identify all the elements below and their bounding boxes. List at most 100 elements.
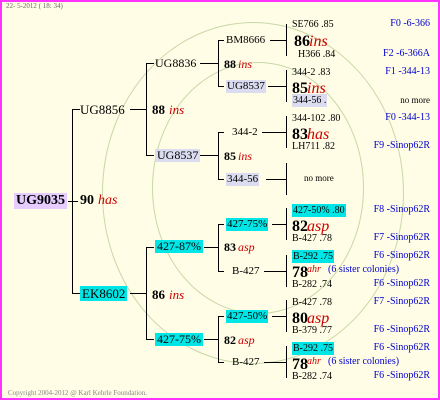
- connector: [146, 247, 154, 248]
- l4-ref: F0 -6-366: [390, 18, 430, 29]
- connector: [218, 132, 224, 133]
- l4-dam-line[interactable]: B-282 .74: [292, 370, 332, 383]
- l4-ref: F9 -Sinop62R: [373, 140, 430, 151]
- l4-ref: F7 -Sinop62R: [373, 296, 430, 307]
- connector: [218, 179, 224, 180]
- connector: [130, 293, 146, 294]
- l4-ref: no more: [400, 95, 430, 105]
- l4-dam-line[interactable]: B-282 .74: [292, 278, 332, 291]
- connector: [272, 224, 286, 225]
- connector: [286, 163, 287, 195]
- l4-queen: ahr: [307, 264, 321, 275]
- l3-id[interactable]: 344-2: [232, 126, 258, 139]
- l2-queen: ins: [238, 149, 253, 163]
- connector: [266, 179, 286, 180]
- l1-id[interactable]: EK8602: [80, 286, 128, 301]
- l2-year: 83: [224, 240, 236, 254]
- connector: [146, 155, 154, 156]
- connector: [218, 224, 224, 225]
- l4-dam-line[interactable]: B-379 .77: [292, 324, 332, 337]
- l2-queen: asp: [238, 240, 255, 254]
- connector: [218, 224, 219, 271]
- l4-sire-line[interactable]: SE766 .85: [292, 18, 334, 31]
- connector: [272, 316, 286, 317]
- l3-id[interactable]: 344-56: [226, 173, 260, 186]
- connector: [218, 316, 224, 317]
- connector: [146, 63, 154, 64]
- l1-id[interactable]: UG8856: [80, 102, 125, 117]
- root-id[interactable]: UG9035: [14, 193, 67, 209]
- connector: [204, 247, 218, 248]
- l2-queen: ins: [238, 57, 253, 71]
- l3-id[interactable]: BM8666: [226, 34, 265, 47]
- connector: [286, 300, 287, 332]
- connector: [286, 346, 287, 378]
- l4-sister-note: (6 sister colonies): [328, 264, 400, 275]
- l4-ref: F6 -Sinop62R: [373, 342, 430, 353]
- l4-ref: F8 -Sinop62R: [373, 204, 430, 215]
- l4-sire-line[interactable]: 344-2 .83: [292, 66, 330, 79]
- connector: [218, 86, 224, 87]
- l4-ref: F6 -Sinop62R: [373, 278, 430, 289]
- root-queen: has: [98, 193, 118, 208]
- connector: [72, 109, 80, 110]
- l4-sire-line[interactable]: B-292 .75: [292, 250, 334, 263]
- l4-sire-line[interactable]: B-427 .78: [292, 296, 332, 309]
- connector: [200, 155, 218, 156]
- connector: [130, 109, 146, 110]
- l2-year: 82: [224, 333, 236, 347]
- l3-id[interactable]: B-427: [232, 265, 260, 278]
- connector: [200, 63, 218, 64]
- pedigree-frame: 22- 5-2012 ( 18: 34) UG9035 90 has UG885…: [0, 0, 440, 400]
- connector: [286, 24, 287, 56]
- connector: [218, 40, 224, 41]
- l1-queen: ins: [169, 287, 185, 302]
- connector: [270, 40, 286, 41]
- connector: [218, 362, 224, 363]
- l2-id[interactable]: 427-87%: [155, 240, 203, 253]
- l4-no-more: no more: [304, 173, 334, 183]
- l4-dam-line[interactable]: H366 .84: [298, 48, 335, 61]
- root-year: 90: [80, 193, 94, 208]
- connector: [264, 271, 286, 272]
- l2-id[interactable]: 427-75%: [155, 333, 203, 346]
- connector: [204, 339, 218, 340]
- l4-ref: F2 -6-366A: [383, 48, 430, 59]
- l3-id[interactable]: 427-75%: [226, 218, 269, 231]
- connector: [286, 70, 287, 102]
- l3-id[interactable]: 427-50%: [226, 310, 269, 323]
- l4-dam-line[interactable]: B-427 .78: [292, 232, 332, 245]
- l4-ref: F0 -344-13: [385, 112, 430, 123]
- l4-dam-line[interactable]: LH711 .82: [292, 140, 335, 153]
- connector: [286, 208, 287, 240]
- l4-sire-line[interactable]: 427-50% .80: [292, 204, 346, 217]
- connector: [218, 316, 219, 362]
- l4-ref: F6 -Sinop62R: [373, 324, 430, 335]
- connector: [286, 116, 287, 148]
- connector: [146, 63, 147, 155]
- l4-sister-note: (6 sister colonies): [328, 356, 400, 367]
- connector: [72, 109, 73, 293]
- l4-ref: F6 -Sinop62R: [373, 250, 430, 261]
- l2-queen: asp: [238, 333, 255, 347]
- connector: [68, 201, 78, 202]
- connector: [218, 40, 219, 86]
- l2-id[interactable]: UG8836: [155, 57, 196, 70]
- connector: [268, 86, 286, 87]
- l2-id[interactable]: UG8537: [155, 149, 201, 162]
- l4-queen: ahr: [307, 356, 321, 367]
- connector: [286, 255, 287, 287]
- connector: [264, 362, 286, 363]
- l4-ref: F6 -Sinop62R: [373, 370, 430, 381]
- l3-id[interactable]: UG8537: [226, 80, 266, 93]
- l2-year: 88: [224, 57, 236, 71]
- l4-sire-line[interactable]: B-292 .75: [292, 342, 334, 355]
- l3-id[interactable]: B-427: [232, 356, 260, 369]
- l4-sire-line[interactable]: 344-102 .80: [292, 112, 340, 125]
- connector: [218, 132, 219, 179]
- l4-ref: F1 -344-13: [385, 66, 430, 77]
- l1-year: 86: [152, 287, 165, 302]
- l4-dam-line[interactable]: 344-56 .: [292, 94, 328, 107]
- l1-year: 88: [152, 102, 165, 117]
- connector: [262, 132, 286, 133]
